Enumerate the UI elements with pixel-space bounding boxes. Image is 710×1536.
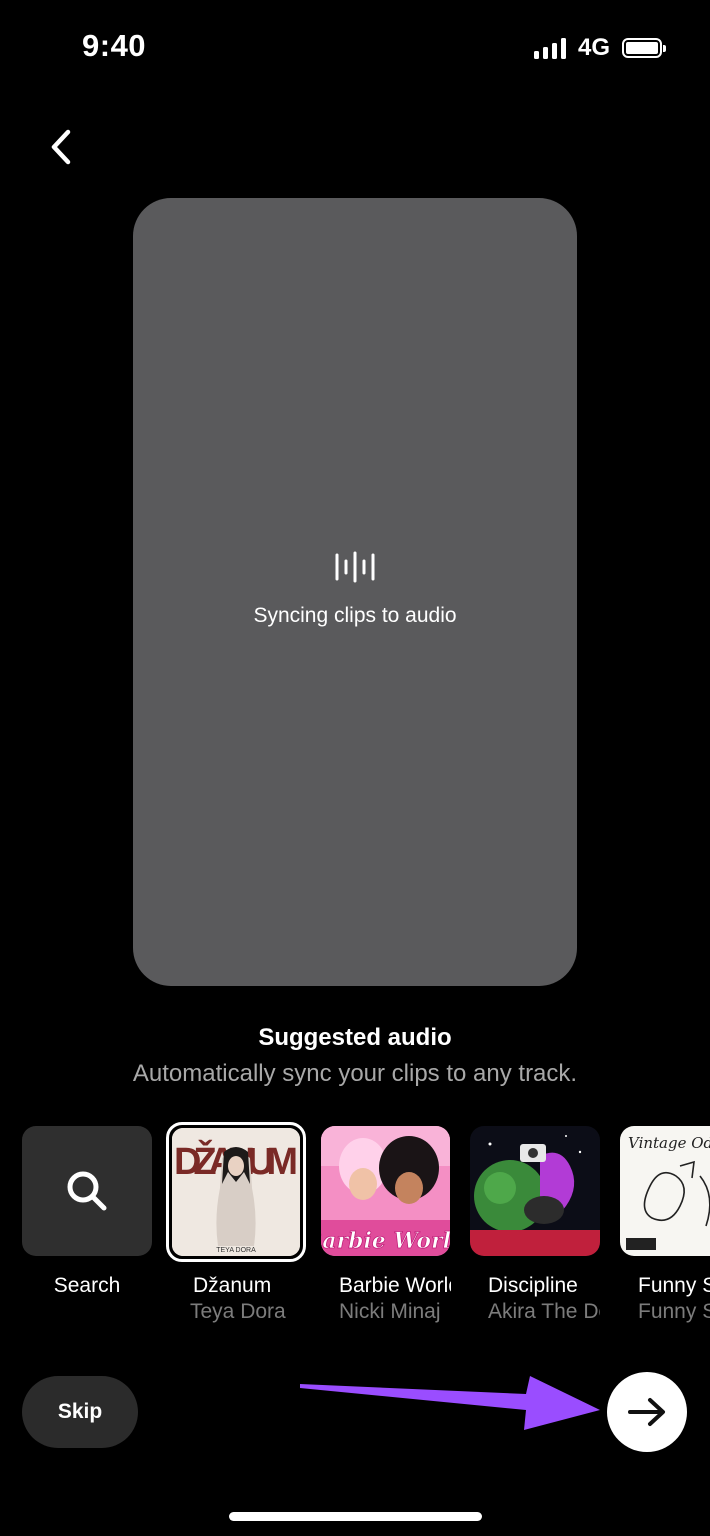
track-title: Funny Song (638, 1274, 710, 1297)
network-type: 4G (577, 34, 610, 61)
track-title: Discipline (488, 1274, 578, 1297)
next-button[interactable] (607, 1372, 687, 1452)
sync-status-text: Syncing clips to audio (253, 604, 457, 627)
suggested-audio-subtitle: Automatically sync your clips to any tra… (132, 1060, 578, 1087)
track-artist: Akira The Don (488, 1300, 600, 1323)
skip-button[interactable]: Skip (22, 1376, 138, 1448)
track-title: Džanum (193, 1274, 272, 1297)
annotation-arrow (300, 1376, 600, 1430)
arrow-right-icon (628, 1398, 665, 1426)
art-text-funny-song: Vintage Odd (628, 1134, 710, 1152)
track-tile-barbie-world[interactable]: Barbie World (321, 1126, 450, 1256)
search-icon (67, 1171, 107, 1211)
track-artist: Teya Dora (190, 1300, 286, 1323)
suggested-audio-title: Suggested audio (258, 1024, 452, 1051)
signal-icon (533, 37, 566, 59)
track-artist: Funny Song (638, 1300, 710, 1323)
track-artist: Nicki Minaj (339, 1300, 441, 1323)
track-tile-dzanum[interactable]: DŽANUM TEYA DORA (166, 1122, 306, 1262)
status-time: 9:40 (82, 28, 147, 63)
album-art-discipline (470, 1126, 600, 1256)
video-preview (133, 198, 577, 986)
art-text-barbie-world: Barbie World (321, 1228, 450, 1254)
audio-waveform-icon (335, 551, 375, 583)
chevron-left-icon (51, 129, 71, 165)
album-art-funny-song: Vintage Odd (620, 1126, 710, 1256)
back-button[interactable] (38, 124, 84, 170)
track-tile-funny-song[interactable]: Vintage Odd (620, 1126, 710, 1256)
home-indicator (229, 1512, 482, 1521)
art-caption-dzanum: TEYA DORA (216, 1247, 256, 1254)
status-indicators: 4G (533, 34, 666, 62)
battery-icon (622, 38, 666, 58)
search-tile-label: Search (53, 1274, 121, 1297)
album-art-dzanum: DŽANUM TEYA DORA (172, 1128, 300, 1256)
search-audio-tile[interactable] (22, 1126, 152, 1256)
track-tile-discipline[interactable] (470, 1126, 600, 1256)
track-title: Barbie World (339, 1274, 451, 1297)
album-art-barbie-world: Barbie World (321, 1126, 450, 1256)
